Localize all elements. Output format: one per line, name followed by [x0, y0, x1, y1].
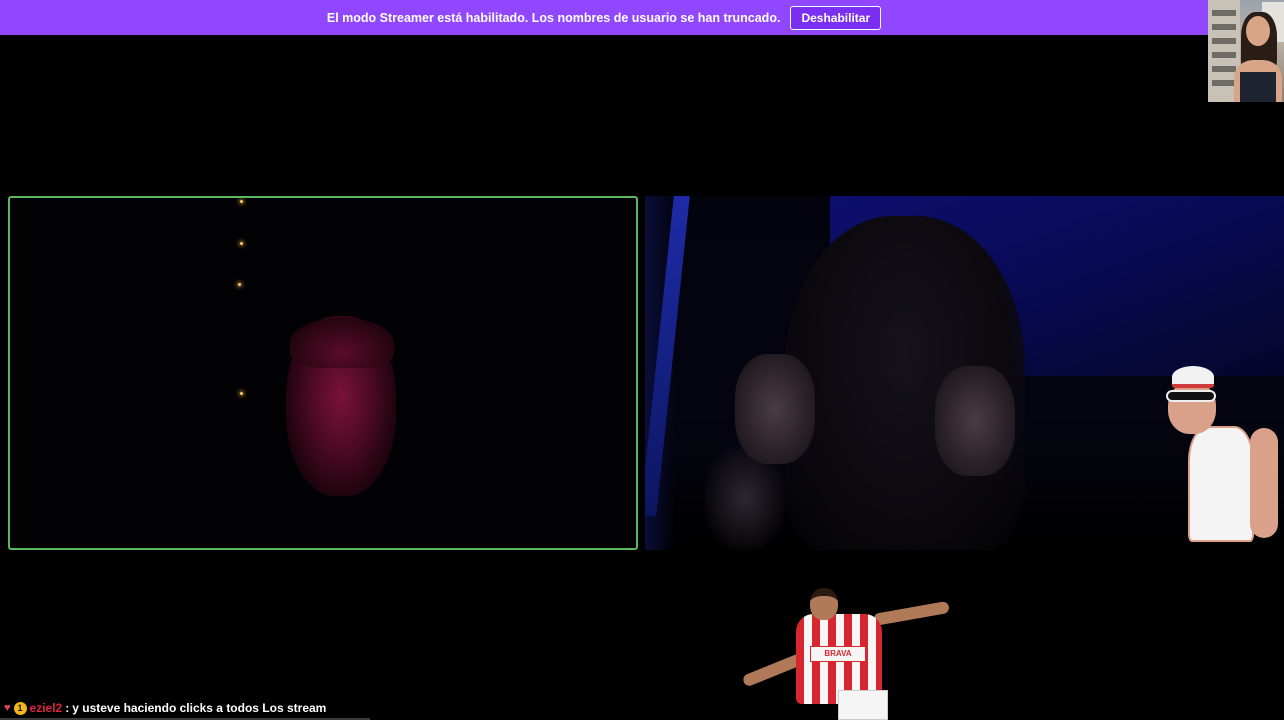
- webcam-person-right-hand: [935, 366, 1015, 476]
- light-dot: [240, 242, 243, 245]
- light-dot: [240, 392, 243, 395]
- subscriber-badge-icon: 1: [13, 701, 27, 715]
- sticker-man-arm: [1250, 428, 1278, 538]
- chat-message-text: y usteve haciendo clicks a todos Los str…: [72, 701, 327, 715]
- thumbnail-person-top: [1240, 72, 1276, 102]
- streamer-mode-banner: El modo Streamer está habilitado. Los no…: [0, 0, 1208, 35]
- sticker-man-with-cap: [1164, 366, 1282, 542]
- light-dot: [238, 283, 241, 286]
- sticker-player-sponsor: BRAVA: [810, 646, 866, 662]
- sticker-football-player: BRAVA: [734, 586, 952, 720]
- light-dot: [240, 200, 243, 203]
- webcam-person-hair: [290, 318, 394, 368]
- sticker-man-sunglasses: [1166, 390, 1216, 402]
- sticker-player-head: [810, 588, 838, 620]
- webcam-feed-left-speaking: [8, 196, 638, 550]
- chat-message-overlay: ♥ 1 eziel2 : y usteve haciendo clicks a …: [4, 700, 326, 716]
- streamer-mode-message: El modo Streamer está habilitado. Los no…: [326, 10, 781, 25]
- thumbnail-person-face: [1246, 16, 1270, 46]
- overlay-thumbnail-image: [1208, 0, 1284, 102]
- sticker-man-cap: [1172, 366, 1214, 388]
- sticker-player-right-arm: [872, 600, 950, 626]
- disable-streamer-mode-button[interactable]: Deshabilitar: [790, 5, 882, 30]
- chat-separator: :: [65, 701, 70, 715]
- heart-icon: ♥: [4, 702, 11, 714]
- sticker-player-shorts: [838, 690, 888, 720]
- chat-username[interactable]: eziel2: [30, 701, 63, 715]
- sticker-man-tank-top: [1188, 426, 1254, 542]
- webcam-person-left-hand: [735, 354, 815, 464]
